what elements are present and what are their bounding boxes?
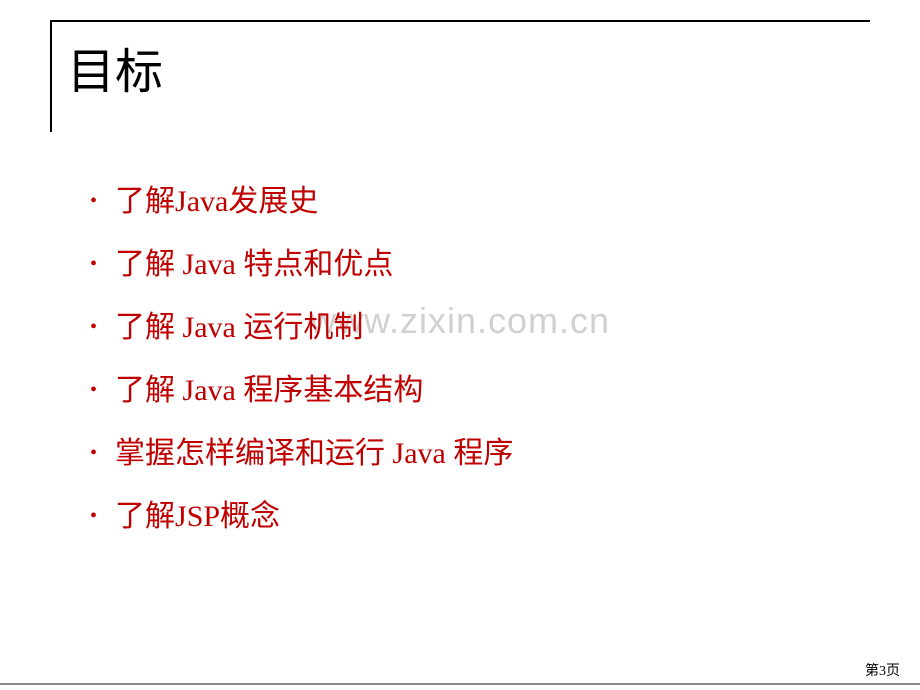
slide-container: 目标 www.zixin.com.cn • 了解Java发展史 • 了解 Jav…	[0, 0, 920, 690]
content-area: • 了解Java发展史 • 了解 Java 特点和优点 • 了解 Java 运行…	[50, 182, 870, 536]
bullet-dot-icon: •	[90, 503, 97, 529]
bullet-text: 了解JSP概念	[115, 497, 280, 536]
page-number: 第3页	[865, 660, 900, 680]
list-item: • 了解 Java 运行机制	[90, 308, 870, 347]
bullet-dot-icon: •	[90, 251, 97, 277]
list-item: • 了解 Java 特点和优点	[90, 245, 870, 284]
title-container: 目标	[50, 20, 870, 132]
bullet-dot-icon: •	[90, 314, 97, 340]
bullet-dot-icon: •	[90, 440, 97, 466]
list-item: • 了解 Java 程序基本结构	[90, 371, 870, 410]
bullet-text: 了解 Java 运行机制	[115, 308, 363, 347]
slide-title: 目标	[67, 32, 870, 102]
bullet-text: 了解 Java 特点和优点	[115, 245, 393, 284]
list-item: • 掌握怎样编译和运行 Java 程序	[90, 434, 870, 473]
bottom-border	[0, 683, 920, 685]
list-item: • 了解Java发展史	[90, 182, 870, 221]
bullet-text: 了解 Java 程序基本结构	[115, 371, 423, 410]
bullet-dot-icon: •	[90, 377, 97, 403]
bullet-text: 了解Java发展史	[115, 182, 318, 221]
bullet-text: 掌握怎样编译和运行 Java 程序	[115, 434, 513, 473]
bullet-dot-icon: •	[90, 188, 97, 214]
list-item: • 了解JSP概念	[90, 497, 870, 536]
